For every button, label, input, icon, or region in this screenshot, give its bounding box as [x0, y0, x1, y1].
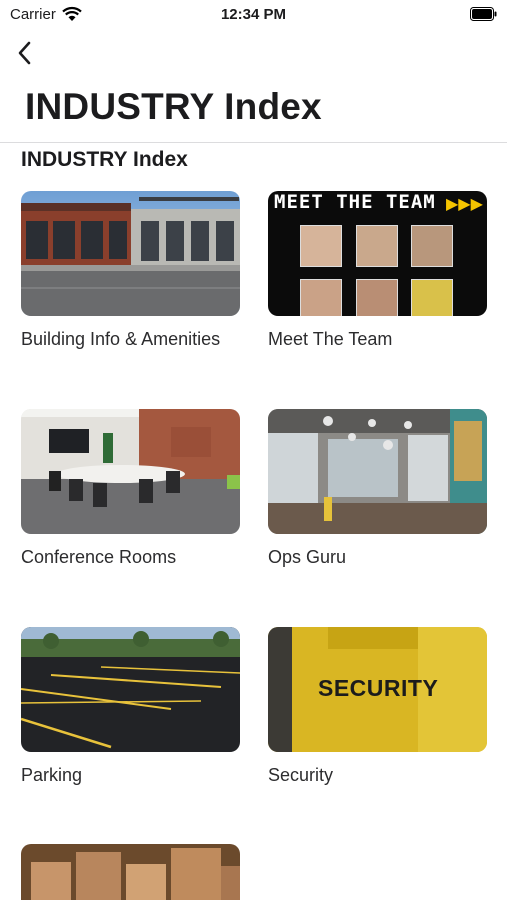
portrait-image: [356, 279, 398, 316]
tile-ops-guru[interactable]: Ops Guru: [268, 409, 488, 569]
tile-label: Ops Guru: [268, 547, 347, 567]
jacket-text: SECURITY: [318, 675, 439, 701]
portrait-image: [356, 225, 398, 267]
tile-warehouse[interactable]: [21, 844, 241, 912]
back-chevron-icon[interactable]: [14, 40, 38, 66]
clock: 12:34 PM: [220, 6, 287, 23]
tile-security[interactable]: SECURITY Security: [268, 627, 488, 787]
page-title: INDUSTRY Index: [25, 86, 322, 127]
tile-label: Meet The Team: [268, 329, 393, 349]
tile-label: Conference Rooms: [21, 547, 177, 567]
warehouse-boxes-image: [21, 844, 240, 900]
tile-building-info[interactable]: Building Info & Amenities: [21, 191, 241, 351]
battery-icon: [470, 7, 497, 21]
status-bar: Carrier 12:34 PM: [0, 0, 507, 30]
office-atrium-image: [268, 409, 487, 534]
nav-divider: [0, 142, 507, 143]
tile-label: Parking: [21, 765, 83, 785]
portrait-image: [300, 225, 342, 267]
building-image: [21, 191, 240, 316]
tile-meet-the-team[interactable]: MEET THE TEAM ▶▶▶ Meet The Team: [268, 191, 488, 351]
tile-parking[interactable]: Parking: [21, 627, 241, 787]
portrait-image: [411, 279, 453, 316]
team-image: MEET THE TEAM ▶▶▶: [268, 191, 487, 316]
team-banner: MEET THE TEAM: [274, 191, 436, 213]
tile-label: Security: [268, 765, 334, 785]
chevron-right-icon: ▶▶▶: [446, 196, 483, 213]
portrait-image: [300, 279, 342, 316]
parking-lot-image: [21, 627, 240, 752]
tile-conference-rooms[interactable]: Conference Rooms: [21, 409, 241, 569]
section-title: INDUSTRY Index: [21, 148, 188, 171]
conference-image: [21, 409, 240, 534]
portrait-image: [411, 225, 453, 267]
tile-label: Building Info & Amenities: [21, 329, 221, 349]
security-jacket-image: SECURITY: [268, 627, 487, 752]
